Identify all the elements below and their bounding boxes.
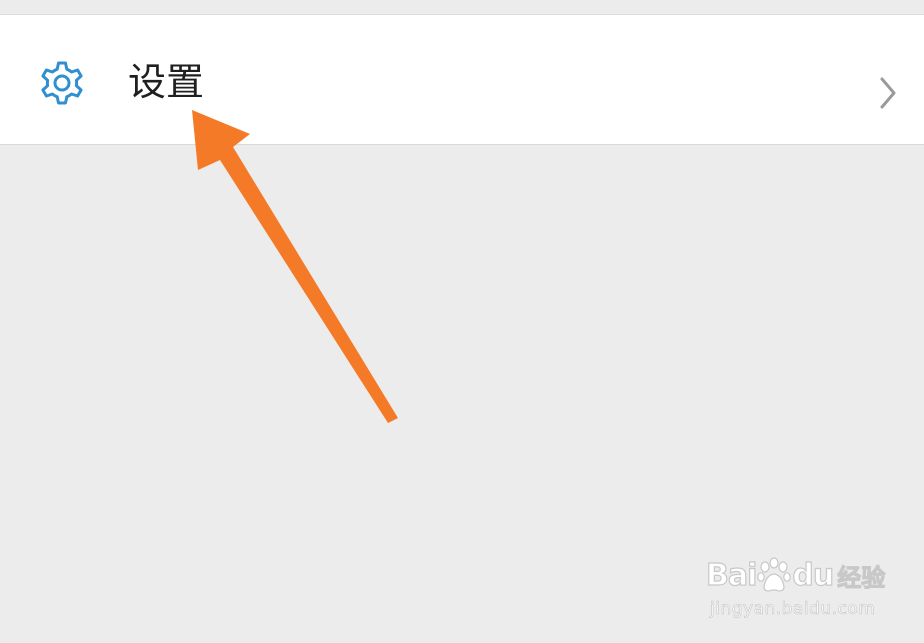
watermark-logo-du: du: [792, 557, 835, 593]
watermark-logo: Bai du 经验: [705, 555, 886, 595]
chevron-right-icon: [880, 77, 896, 109]
settings-list-item[interactable]: 设置: [0, 15, 924, 145]
watermark-logo-bai: Bai: [705, 557, 758, 593]
settings-label: 设置: [128, 60, 205, 104]
paw-icon: [757, 557, 792, 592]
baidu-jingyan-watermark: Bai du 经验 jingyan.baidu.com: [705, 545, 886, 625]
watermark-logo-jingyan: 经验: [837, 563, 886, 592]
top-divider-strip: [0, 0, 924, 15]
watermark-url: jingyan.baidu.com: [710, 599, 876, 620]
gear-icon: [41, 61, 83, 105]
